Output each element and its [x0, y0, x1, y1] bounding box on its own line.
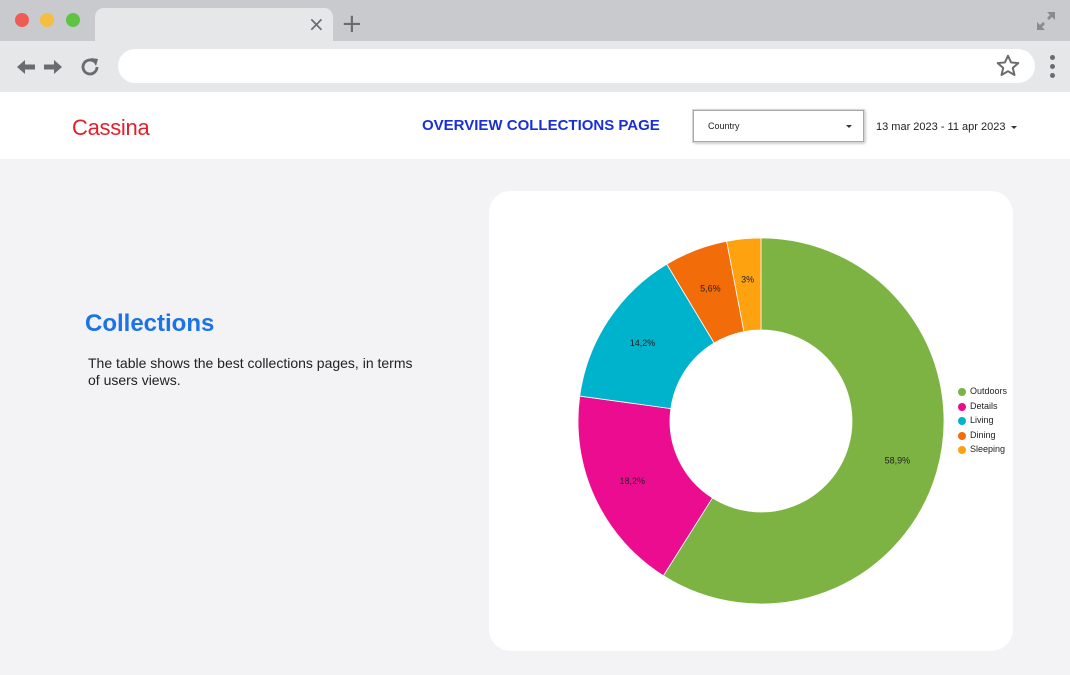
legend-label: Dining	[970, 429, 996, 440]
donut-data-label: 3%	[741, 275, 754, 285]
donut-data-label: 5,6%	[700, 283, 721, 293]
legend-label: Details	[970, 400, 998, 411]
collections-donut-chart: 58,9% 18,2% 14,2% 5,6% 3%	[577, 237, 945, 605]
legend-label: Living	[970, 415, 994, 425]
legend-swatch	[958, 431, 966, 440]
legend-label: Outdoors	[970, 386, 1008, 396]
donut-data-label: 14,2%	[630, 338, 656, 348]
legend-label: Sleeping	[970, 444, 1006, 454]
legend-swatch	[958, 402, 966, 411]
donut-data-label: 18,2%	[619, 476, 645, 486]
donut-data-label: 58,9%	[885, 455, 911, 465]
legend-swatch	[958, 446, 966, 454]
legend-swatch	[958, 417, 966, 425]
legend-swatch	[958, 388, 966, 396]
